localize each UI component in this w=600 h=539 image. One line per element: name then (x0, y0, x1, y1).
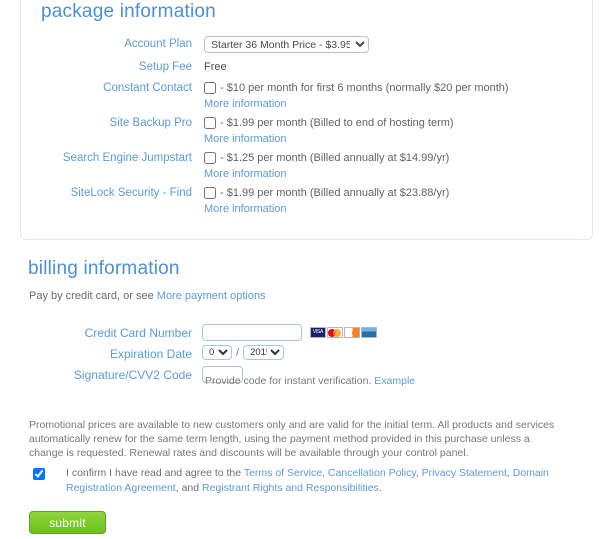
option-sitelock-security[interactable]: - $1.99 per month (Billed annually at $2… (204, 185, 449, 201)
confirm-prefix: I confirm I have read and agree to the (66, 467, 244, 479)
row-credit-card-number: Credit Card Number (0, 324, 600, 342)
visa-icon (310, 327, 326, 338)
field-sitelock-security: - $1.99 per month (Billed annually at $2… (204, 185, 449, 201)
account-plan-select[interactable]: Starter 36 Month Price - $3.95/mo. (204, 36, 369, 53)
package-rows: Account Plan Starter 36 Month Price - $3… (0, 36, 600, 217)
label-sitelock-security: SiteLock Security - Find (0, 185, 192, 201)
option-search-engine-jumpstart[interactable]: - $1.25 per month (Billed annually at $1… (204, 150, 449, 166)
option-site-backup-pro[interactable]: - $1.99 per month (Billed to end of host… (204, 115, 454, 131)
row-expiration-date: Expiration Date 01 / 2015 (0, 345, 600, 363)
date-separator: / (236, 347, 239, 359)
field-site-backup-pro: - $1.99 per month (Billed to end of host… (204, 115, 454, 131)
more-information-link-site-backup-pro[interactable]: More information (204, 131, 600, 147)
mastercard-icon (327, 327, 343, 338)
submit-button[interactable]: submit (29, 511, 106, 534)
confirm-suffix: . (379, 482, 382, 494)
field-credit-card-number (202, 324, 377, 341)
label-cvv2-code: Signature/CVV2 Code (0, 366, 192, 384)
cvv2-help-note: Provide code for instant verification. E… (205, 375, 415, 387)
confirm-agreement-checkbox[interactable] (33, 468, 45, 480)
field-search-engine-jumpstart: - $1.25 per month (Billed annually at $1… (204, 150, 449, 166)
field-constant-contact: - $10 per month for first 6 months (norm… (204, 80, 509, 96)
option-text-constant-contact: - $10 per month for first 6 months (norm… (220, 80, 509, 96)
amex-icon (361, 327, 377, 338)
more-payment-options-link[interactable]: More payment options (157, 290, 266, 302)
more-information-link-sitelock-security[interactable]: More information (204, 201, 600, 217)
row-constant-contact: Constant Contact - $10 per month for fir… (0, 80, 600, 96)
row-site-backup-pro: Site Backup Pro - $1.99 per month (Bille… (0, 115, 600, 131)
more-information-link-search-engine-jumpstart[interactable]: More information (204, 166, 600, 182)
label-search-engine-jumpstart: Search Engine Jumpstart (0, 150, 192, 166)
credit-card-number-input[interactable] (202, 324, 302, 341)
field-expiration-date: 01 / 2015 (202, 345, 284, 360)
field-account-plan: Starter 36 Month Price - $3.95/mo. (204, 36, 369, 53)
option-constant-contact[interactable]: - $10 per month for first 6 months (norm… (204, 80, 509, 96)
billing-information-title: billing information (28, 258, 180, 280)
checkbox-sitelock-security[interactable] (204, 187, 216, 199)
value-setup-fee: Free (204, 59, 227, 75)
option-text-sitelock-security: - $1.99 per month (Billed annually at $2… (220, 185, 449, 201)
confirm-joiner: , and (176, 482, 202, 494)
checkbox-site-backup-pro[interactable] (204, 117, 216, 129)
cvv2-example-link[interactable]: Example (374, 375, 415, 387)
terms-of-service-link[interactable]: Terms of Service (244, 467, 322, 479)
cvv2-note-text: Provide code for instant verification. (205, 375, 374, 387)
cancellation-policy-link[interactable]: Cancellation Policy (328, 467, 416, 479)
promotional-disclaimer: Promotional prices are available to new … (29, 418, 567, 460)
expiration-month-select[interactable]: 01 (202, 345, 232, 360)
label-expiration-date: Expiration Date (0, 345, 192, 363)
registrant-rights-link[interactable]: Registrant Rights and Responsibilities (202, 482, 379, 494)
row-sitelock-security: SiteLock Security - Find - $1.99 per mon… (0, 185, 600, 201)
label-constant-contact: Constant Contact (0, 80, 192, 96)
label-account-plan: Account Plan (0, 36, 192, 52)
confirm-agreement-row: I confirm I have read and agree to the T… (33, 466, 573, 496)
checkbox-search-engine-jumpstart[interactable] (204, 152, 216, 164)
label-setup-fee: Setup Fee (0, 59, 192, 75)
discover-icon (344, 327, 360, 338)
confirm-agreement-text: I confirm I have read and agree to the T… (66, 466, 573, 496)
pay-by-credit-card-line: Pay by credit card, or see More payment … (29, 290, 266, 302)
row-account-plan: Account Plan Starter 36 Month Price - $3… (0, 36, 600, 53)
option-text-search-engine-jumpstart: - $1.25 per month (Billed annually at $1… (220, 150, 449, 166)
row-setup-fee: Setup Fee Free (0, 59, 600, 75)
option-text-site-backup-pro: - $1.99 per month (Billed to end of host… (220, 115, 454, 131)
page-title: package information (41, 1, 216, 23)
accepted-cards (310, 327, 377, 338)
row-search-engine-jumpstart: Search Engine Jumpstart - $1.25 per mont… (0, 150, 600, 166)
more-information-link-constant-contact[interactable]: More information (204, 96, 600, 112)
label-site-backup-pro: Site Backup Pro (0, 115, 192, 131)
pay-text: Pay by credit card, or see (29, 290, 157, 302)
privacy-statement-link[interactable]: Privacy Statement (422, 467, 507, 479)
expiration-year-select[interactable]: 2015 (243, 345, 284, 360)
checkbox-constant-contact[interactable] (204, 82, 216, 94)
label-credit-card-number: Credit Card Number (0, 324, 192, 342)
